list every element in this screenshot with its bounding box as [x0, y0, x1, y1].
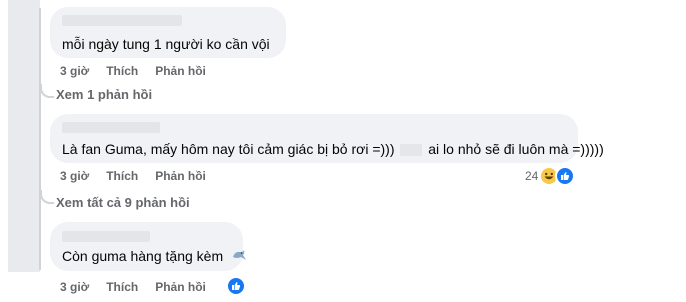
author-name-redacted[interactable]	[62, 15, 182, 26]
comment-time[interactable]: 3 giờ	[60, 280, 89, 294]
comment-time[interactable]: 3 giờ	[60, 64, 89, 78]
comment-time[interactable]: 3 giờ	[60, 169, 89, 183]
comment-actions: 3 giờ Thích Phản hồi	[60, 64, 206, 78]
comment-text-part: ai lo nhỏ sẽ đi luôn mà =)))))	[428, 141, 604, 157]
like-link[interactable]: Thích	[106, 64, 138, 78]
like-link[interactable]: Thích	[106, 169, 138, 183]
comment-bubble: Còn guma hàng tặng kèm	[50, 222, 246, 271]
comment-text-part: Còn guma hàng tặng kèm	[62, 248, 224, 264]
view-replies-link[interactable]: Xem 1 phản hồi	[56, 87, 152, 103]
comment-actions: 3 giờ Thích Phản hồi	[60, 169, 206, 183]
reaction-count[interactable]: 24	[525, 169, 538, 183]
reply-connector	[40, 190, 54, 204]
reply-link[interactable]: Phản hồi	[155, 169, 206, 183]
like-link[interactable]: Thích	[106, 280, 138, 294]
comment-bubble: mỗi ngày tung 1 người ko cần vội	[50, 7, 286, 58]
like-icon	[555, 166, 575, 186]
author-name-redacted[interactable]	[62, 122, 160, 133]
like-icon	[226, 276, 246, 296]
view-replies-link[interactable]: Xem tất cả 9 phản hồi	[56, 195, 190, 211]
comment-actions: 3 giờ Thích Phản hồi	[60, 280, 206, 294]
reply-connector	[40, 84, 54, 98]
author-name-redacted[interactable]	[62, 231, 150, 242]
bird-icon	[231, 248, 247, 266]
thread-line	[39, 8, 41, 270]
reply-link[interactable]: Phản hồi	[155, 64, 206, 78]
comment-text-part: Là fan Guma, mấy hôm nay tôi cảm giác bị…	[62, 141, 395, 157]
comment-text: Còn guma hàng tặng kèm	[62, 247, 247, 266]
reply-link[interactable]: Phản hồi	[155, 280, 206, 294]
left-gutter	[8, 0, 40, 272]
mention-redacted[interactable]	[400, 144, 423, 157]
comment-text: mỗi ngày tung 1 người ko cần vội	[62, 36, 270, 52]
comment-bubble: Là fan Guma, mấy hôm nay tôi cảm giác bị…	[50, 114, 604, 163]
comment-text: Là fan Guma, mấy hôm nay tôi cảm giác bị…	[62, 140, 604, 158]
